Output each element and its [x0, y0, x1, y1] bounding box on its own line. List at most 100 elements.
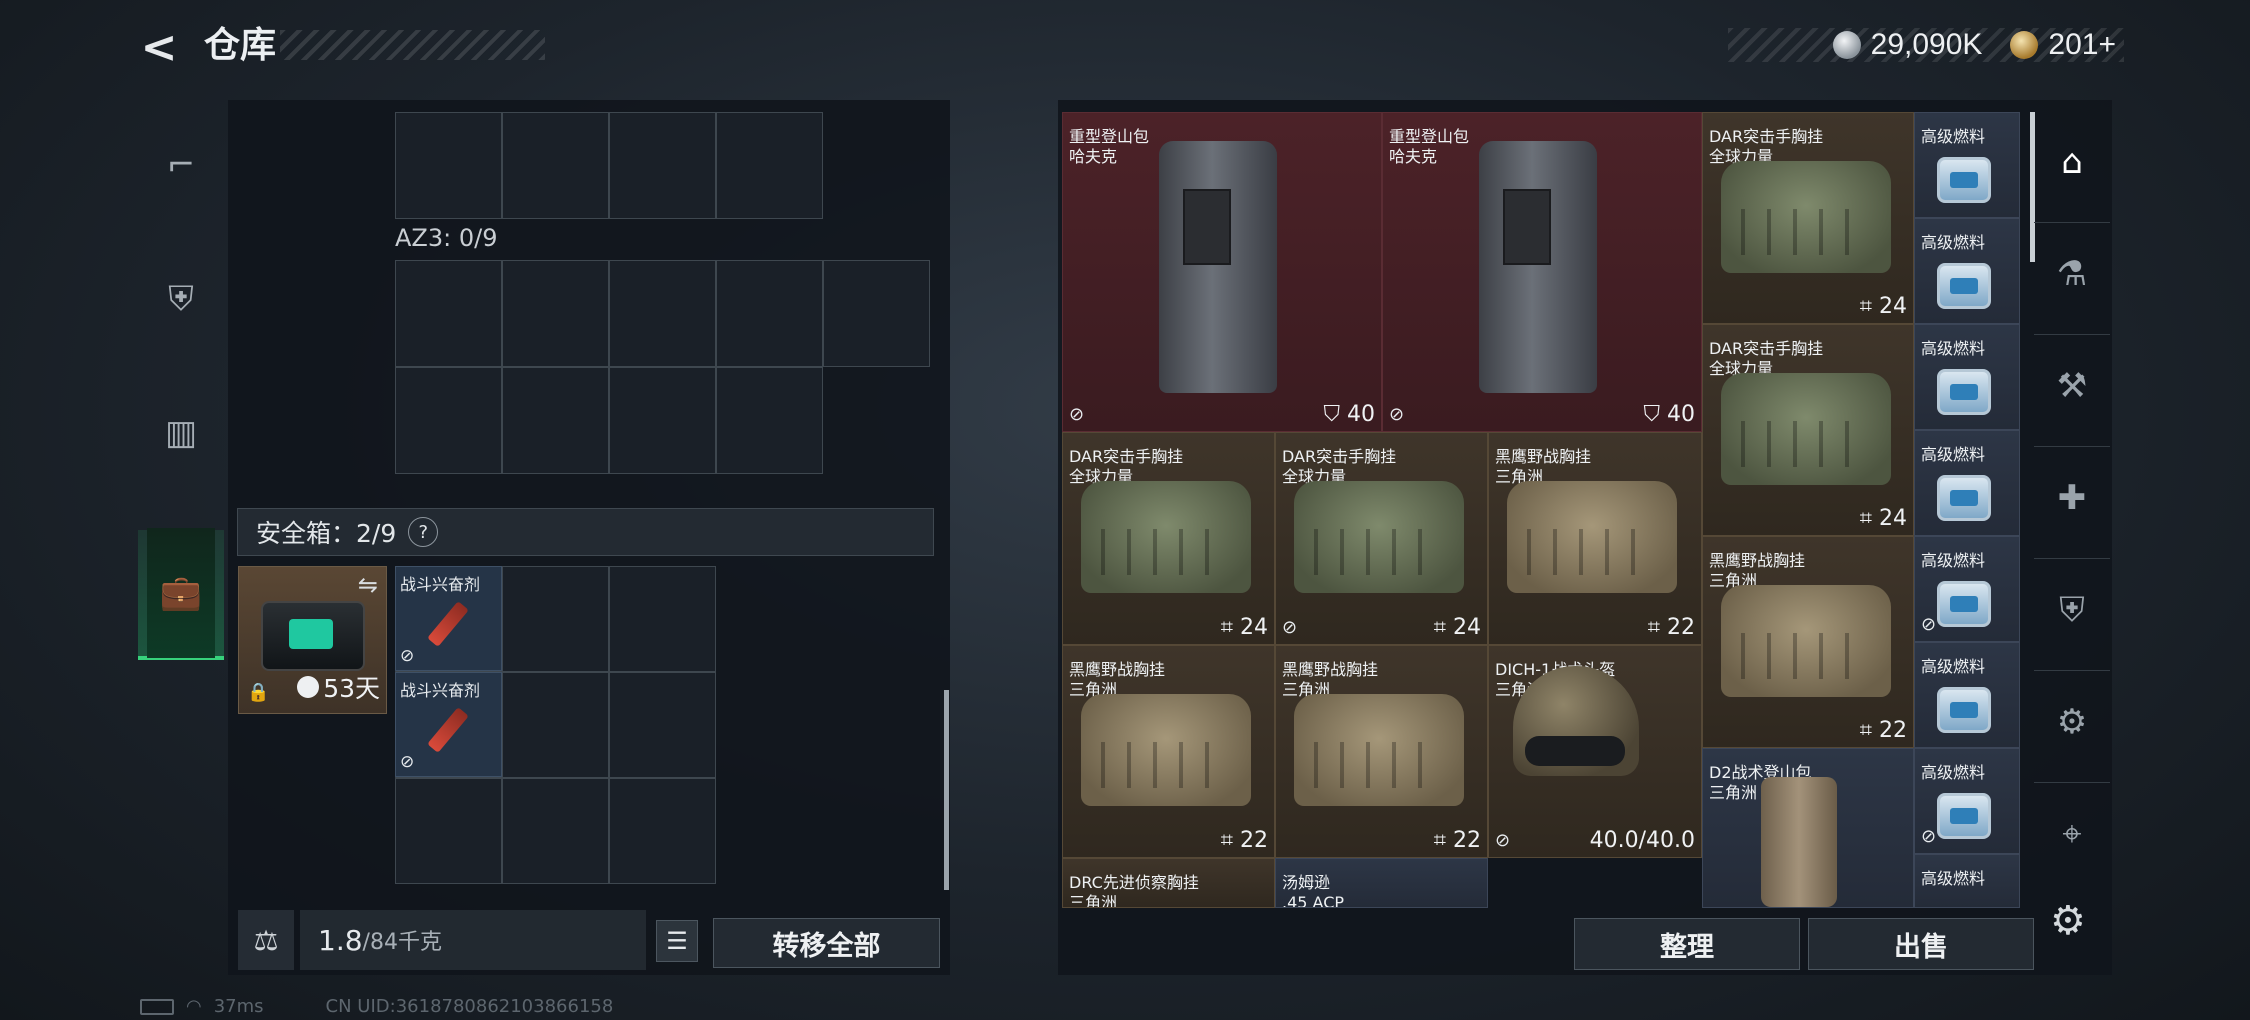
- fuel-item[interactable]: 高级燃料: [1914, 218, 2020, 324]
- fuel-item[interactable]: 高级燃料 ⊘: [1914, 748, 2020, 854]
- back-icon[interactable]: <: [136, 26, 182, 70]
- grid-slot[interactable]: [502, 112, 609, 219]
- item-capacity: ⌗ 24: [1859, 294, 1907, 319]
- fuel-can-image: [1937, 263, 1991, 309]
- tab-shooting-range[interactable]: ⌖: [2034, 784, 2110, 884]
- item-name: 战斗兴奋剂: [400, 575, 481, 594]
- swap-icon[interactable]: ⇋: [358, 571, 378, 599]
- fuel-can-image: [1937, 687, 1991, 733]
- grid-slot[interactable]: [502, 778, 609, 884]
- tab-lab[interactable]: ⚗: [2034, 224, 2110, 324]
- inventory-item[interactable]: DAR突击手胸挂 全球力量 ⌗ 24: [1702, 324, 1914, 536]
- chest-rig-image: [1721, 373, 1891, 485]
- help-icon[interactable]: ?: [408, 517, 439, 547]
- grid-slot[interactable]: [395, 260, 502, 367]
- tab-medical[interactable]: ✚: [2034, 448, 2110, 548]
- grid-slot[interactable]: [502, 260, 609, 367]
- chest-rig-image: [1294, 481, 1464, 593]
- grid-slot[interactable]: [609, 672, 716, 778]
- item-name: 高级燃料: [1921, 233, 1986, 252]
- currency-gold[interactable]: 201+: [2048, 28, 2116, 62]
- item-name: 高级燃料: [1921, 551, 1986, 570]
- inventory-item[interactable]: 重型登山包 哈夫克 ⊘ ⛉ 40: [1382, 112, 1702, 432]
- inventory-item[interactable]: DAR突击手胸挂 全球力量 ⊘ ⌗ 24: [1275, 432, 1488, 645]
- grid-slot[interactable]: [609, 367, 716, 474]
- item-name: 高级燃料: [1921, 763, 1986, 782]
- backpack-icon: ▥: [164, 413, 198, 453]
- inventory-item[interactable]: 重型登山包 哈夫克 ⊘ ⛉ 40: [1062, 112, 1382, 432]
- grid-slot[interactable]: [716, 260, 823, 367]
- item-name: DRC先进侦察胸挂: [1069, 873, 1199, 892]
- fuel-item[interactable]: 高级燃料: [1914, 854, 2020, 908]
- item-capacity: ⌗ 24: [1220, 615, 1268, 640]
- grid-slot[interactable]: [395, 778, 502, 884]
- item-name: DAR突击手胸挂: [1709, 127, 1824, 146]
- currency-silver: 29,090K: [1870, 28, 1983, 61]
- tab-weapons[interactable]: ⌐: [138, 100, 224, 230]
- inventory-item[interactable]: D2战术登山包 三角洲: [1702, 748, 1914, 908]
- tab-backpack[interactable]: ▥: [138, 368, 224, 498]
- left-category-tabs: ⌐ ⛨ ▥ 💼: [138, 100, 224, 670]
- weight-lock-icon[interactable]: ⚖: [238, 910, 294, 970]
- tab-safe-box[interactable]: 💼: [138, 528, 224, 660]
- item-brand: 三角洲: [1069, 893, 1118, 908]
- chest-rig-image: [1721, 161, 1891, 273]
- left-scrollbar[interactable]: [944, 690, 949, 890]
- fuel-item[interactable]: 高级燃料: [1914, 430, 2020, 536]
- stimulant-item[interactable]: 战斗兴奋剂 ⊘: [395, 672, 502, 777]
- item-name: 黑鹰野战胸挂: [1709, 551, 1806, 570]
- fuel-item[interactable]: 高级燃料 ⊘: [1914, 536, 2020, 642]
- grid-slot[interactable]: [609, 778, 716, 884]
- duration-text: 53天: [323, 674, 380, 703]
- inventory-item[interactable]: DAR突击手胸挂 全球力量 ⌗ 24: [1702, 112, 1914, 324]
- item-brand: .45 ACP: [1282, 893, 1345, 908]
- grid-slot[interactable]: [609, 112, 716, 219]
- no-insurance-icon: ⊘: [1495, 830, 1511, 851]
- fuel-item[interactable]: 高级燃料: [1914, 112, 2020, 218]
- no-insurance-icon: ⊘: [1389, 404, 1405, 425]
- sort-button[interactable]: 整理: [1574, 918, 1800, 970]
- safe-box-header: 安全箱：2/9 ?: [237, 508, 934, 556]
- grid-slot[interactable]: [609, 260, 716, 367]
- transfer-all-button[interactable]: 转移全部: [713, 918, 940, 968]
- fuel-item[interactable]: 高级燃料: [1914, 642, 2020, 748]
- grid-slot[interactable]: [716, 112, 823, 219]
- tab-armor[interactable]: ⛨: [138, 234, 224, 364]
- fuel-can-image: [1937, 157, 1991, 203]
- grid-slot[interactable]: [609, 566, 716, 672]
- stimulant-item[interactable]: 战斗兴奋剂 ⊘: [395, 566, 502, 671]
- inventory-item[interactable]: 黑鹰野战胸挂 三角洲 ⌗ 22: [1275, 645, 1488, 858]
- grid-slot[interactable]: [502, 566, 609, 672]
- grid-slot[interactable]: [395, 112, 502, 219]
- fuel-item[interactable]: 高级燃料: [1914, 324, 2020, 430]
- grid-slot[interactable]: [395, 367, 502, 474]
- list-view-icon[interactable]: ☰: [656, 920, 698, 962]
- inventory-item[interactable]: 黑鹰野战胸挂 三角洲 ⌗ 22: [1702, 536, 1914, 748]
- inventory-item[interactable]: DICH-1战术头盔 三角洲 ⊘ 40.0/40.0: [1488, 645, 1702, 858]
- inventory-item[interactable]: 汤姆逊 .45 ACP: [1275, 858, 1488, 908]
- tab-armory[interactable]: ⛨: [2034, 560, 2110, 660]
- armory-icon: ⛨: [2059, 590, 2085, 630]
- inventory-item[interactable]: 黑鹰野战胸挂 三角洲 ⌗ 22: [1488, 432, 1702, 645]
- inventory-item[interactable]: 黑鹰野战胸挂 三角洲 ⌗ 22: [1062, 645, 1275, 858]
- grid-slot[interactable]: [502, 367, 609, 474]
- no-insurance-icon: ⊘: [1921, 614, 1937, 635]
- item-name: 黑鹰野战胸挂: [1495, 447, 1592, 466]
- item-capacity: ⌗ 22: [1433, 828, 1481, 853]
- safe-box-item[interactable]: ⇋ 🔒 53天: [238, 566, 387, 714]
- settings-gear-icon[interactable]: ⚙: [2050, 898, 2086, 944]
- sell-button[interactable]: 出售: [1808, 918, 2034, 970]
- grid-slot[interactable]: [502, 672, 609, 778]
- pistol-icon: ⌐: [166, 145, 196, 185]
- inventory-item[interactable]: DAR突击手胸挂 全球力量 ⌗ 24: [1062, 432, 1275, 645]
- tab-storage[interactable]: ⌂: [2034, 112, 2110, 212]
- safe-box-duration: 53天: [297, 669, 380, 705]
- chest-rig-image: [1721, 585, 1891, 697]
- item-name: 高级燃料: [1921, 869, 1986, 888]
- grid-slot[interactable]: [823, 260, 930, 367]
- item-name: DAR突击手胸挂: [1282, 447, 1397, 466]
- inventory-item[interactable]: DRC先进侦察胸挂 三角洲: [1062, 858, 1275, 908]
- grid-slot[interactable]: [716, 367, 823, 474]
- tab-workbench[interactable]: ⚒: [2034, 336, 2110, 436]
- tab-tech-center[interactable]: ⚙: [2034, 672, 2110, 772]
